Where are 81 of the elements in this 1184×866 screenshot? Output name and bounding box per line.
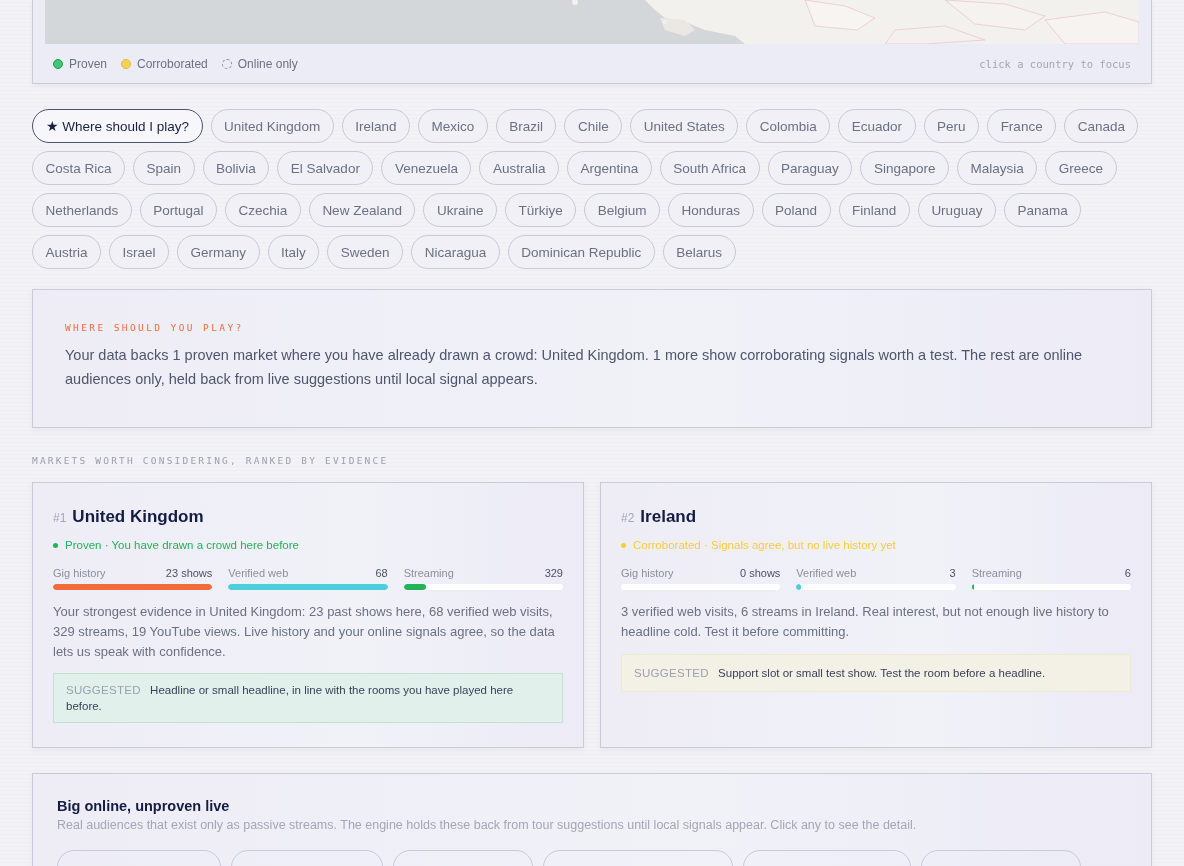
country-chip[interactable]: Nicaragua <box>411 235 500 269</box>
country-chip[interactable]: Venezuela <box>381 151 472 185</box>
country-chip[interactable]: Sweden <box>327 235 404 269</box>
status-dot-icon <box>621 542 626 548</box>
country-chip[interactable]: United States <box>630 109 739 143</box>
map-hint: click a country to focus <box>979 57 1131 70</box>
legend-label: Corroborated <box>137 56 208 71</box>
country-chip[interactable]: ★ Where should I play? <box>32 109 203 143</box>
metric-value: 329 <box>544 567 563 579</box>
market-name: Ireland <box>640 507 697 527</box>
country-chip[interactable]: Colombia <box>746 109 831 143</box>
country-chip[interactable]: Belgium <box>584 193 660 227</box>
rank-label: #2 <box>621 511 635 525</box>
country-chip[interactable]: Argentina <box>567 151 652 185</box>
country-chip[interactable]: El Salvador <box>277 151 374 185</box>
online-title: Big online, unproven live <box>57 798 231 814</box>
metric-value: 0 shows <box>739 567 781 579</box>
country-chip[interactable]: New Zealand <box>308 193 416 227</box>
country-chip[interactable]: Belarus <box>662 235 736 269</box>
market-card[interactable] <box>32 482 584 748</box>
country-chip[interactable]: Portugal <box>139 193 218 227</box>
country-chip[interactable]: Canada <box>1064 109 1139 143</box>
country-chip[interactable]: Brazil <box>495 109 557 143</box>
metric-value: 6 <box>1124 567 1131 579</box>
status-text: Corroborated · Signals agree, but no live history yet <box>633 539 896 551</box>
metric-label: Streaming <box>971 567 1022 579</box>
country-chip[interactable]: Bolivia <box>202 151 270 185</box>
market-name: United Kingdom <box>72 507 204 527</box>
country-chip[interactable]: Italy <box>267 235 320 269</box>
country-chip[interactable]: Ireland <box>341 109 410 143</box>
country-chip[interactable]: Mexico <box>417 109 488 143</box>
metric-label: Gig history <box>621 567 674 579</box>
status-text: Proven · You have drawn a crowd here before <box>65 539 299 551</box>
market-description: 3 verified web visits, 6 streams in Ireland. Real interest, but not enough live history to headline cold. Test it before committing. <box>621 603 1110 641</box>
country-chip[interactable]: Panama <box>1003 193 1082 227</box>
legend-label: Online only <box>237 56 298 71</box>
country-chip[interactable]: Poland <box>761 193 831 227</box>
summary-text: Your data backs 1 proven market where you have already drawn a crowd: United Kingdom. 1 more show corroborating signals worth a test. The rest are online audiences only, held back from live suggestions until local signal appears. <box>65 346 1084 389</box>
metric-label: Verified web <box>796 567 857 579</box>
section-label: MARKETS WORTH CONSIDERING, RANKED BY EVIDENCE <box>32 455 390 466</box>
country-chip[interactable]: Germany <box>177 235 260 269</box>
market-description: Your strongest evidence in United Kingdom: 23 past shows here, 68 verified web visits, 329 streams, 19 YouTube views. Live history and your online signals agree, so the data lets us speak with confidence. <box>53 603 556 661</box>
legend-label: Proven <box>69 56 108 71</box>
country-chip[interactable]: Costa Rica <box>32 151 126 185</box>
country-chip[interactable]: Ukraine <box>423 193 497 227</box>
suggestion-text: SUGGESTED Support slot or small test show. Test the room before a headline. <box>634 666 1047 681</box>
metric-label: Gig history <box>53 567 106 579</box>
country-chip[interactable]: Austria <box>32 235 102 269</box>
metric-value: 23 shows <box>165 567 213 579</box>
metric-label: Verified web <box>228 567 289 579</box>
metric-value: 68 <box>375 567 388 579</box>
online-text: Real audiences that exist only as passive streams. The engine holds these back from tour suggestions until local signals appear. Click any to see the detail. <box>57 818 918 832</box>
country-chip[interactable]: Chile <box>564 109 623 143</box>
country-chip[interactable]: Netherlands <box>32 193 132 227</box>
status-dot-icon <box>53 542 58 548</box>
country-chip[interactable]: Honduras <box>668 193 754 227</box>
country-chip[interactable]: Ecuador <box>838 109 916 143</box>
country-chip[interactable]: Israel <box>109 235 170 269</box>
country-chip[interactable]: Singapore <box>860 151 949 185</box>
country-chip[interactable]: Spain <box>133 151 195 185</box>
country-chip[interactable]: Paraguay <box>767 151 853 185</box>
country-chip[interactable]: Peru <box>923 109 980 143</box>
country-chip[interactable]: United Kingdom <box>210 109 334 143</box>
metric-label: Streaming <box>403 567 454 579</box>
summary-eyebrow: WHERE SHOULD YOU PLAY? <box>65 322 245 333</box>
country-chip[interactable]: Dominican Republic <box>507 235 655 269</box>
legend-dot-icon <box>121 58 132 69</box>
metric-value: 3 <box>949 567 956 579</box>
country-chip[interactable]: Türkiye <box>504 193 577 227</box>
suggestion-text: SUGGESTED Headline or small headline, in line with the rooms you have played here before. <box>66 683 515 714</box>
country-chip[interactable]: France <box>987 109 1057 143</box>
market-card[interactable] <box>600 482 1152 748</box>
country-chip[interactable]: Czechia <box>225 193 301 227</box>
legend-dot-icon <box>53 58 63 69</box>
country-chip[interactable]: Uruguay <box>917 193 996 227</box>
country-chip[interactable]: Malaysia <box>956 151 1038 185</box>
country-chip[interactable]: Greece <box>1045 151 1117 185</box>
country-chip[interactable]: Australia <box>479 151 559 185</box>
country-chip[interactable]: Finland <box>838 193 910 227</box>
rank-label: #1 <box>53 511 67 525</box>
country-chip[interactable]: South Africa <box>659 151 760 185</box>
